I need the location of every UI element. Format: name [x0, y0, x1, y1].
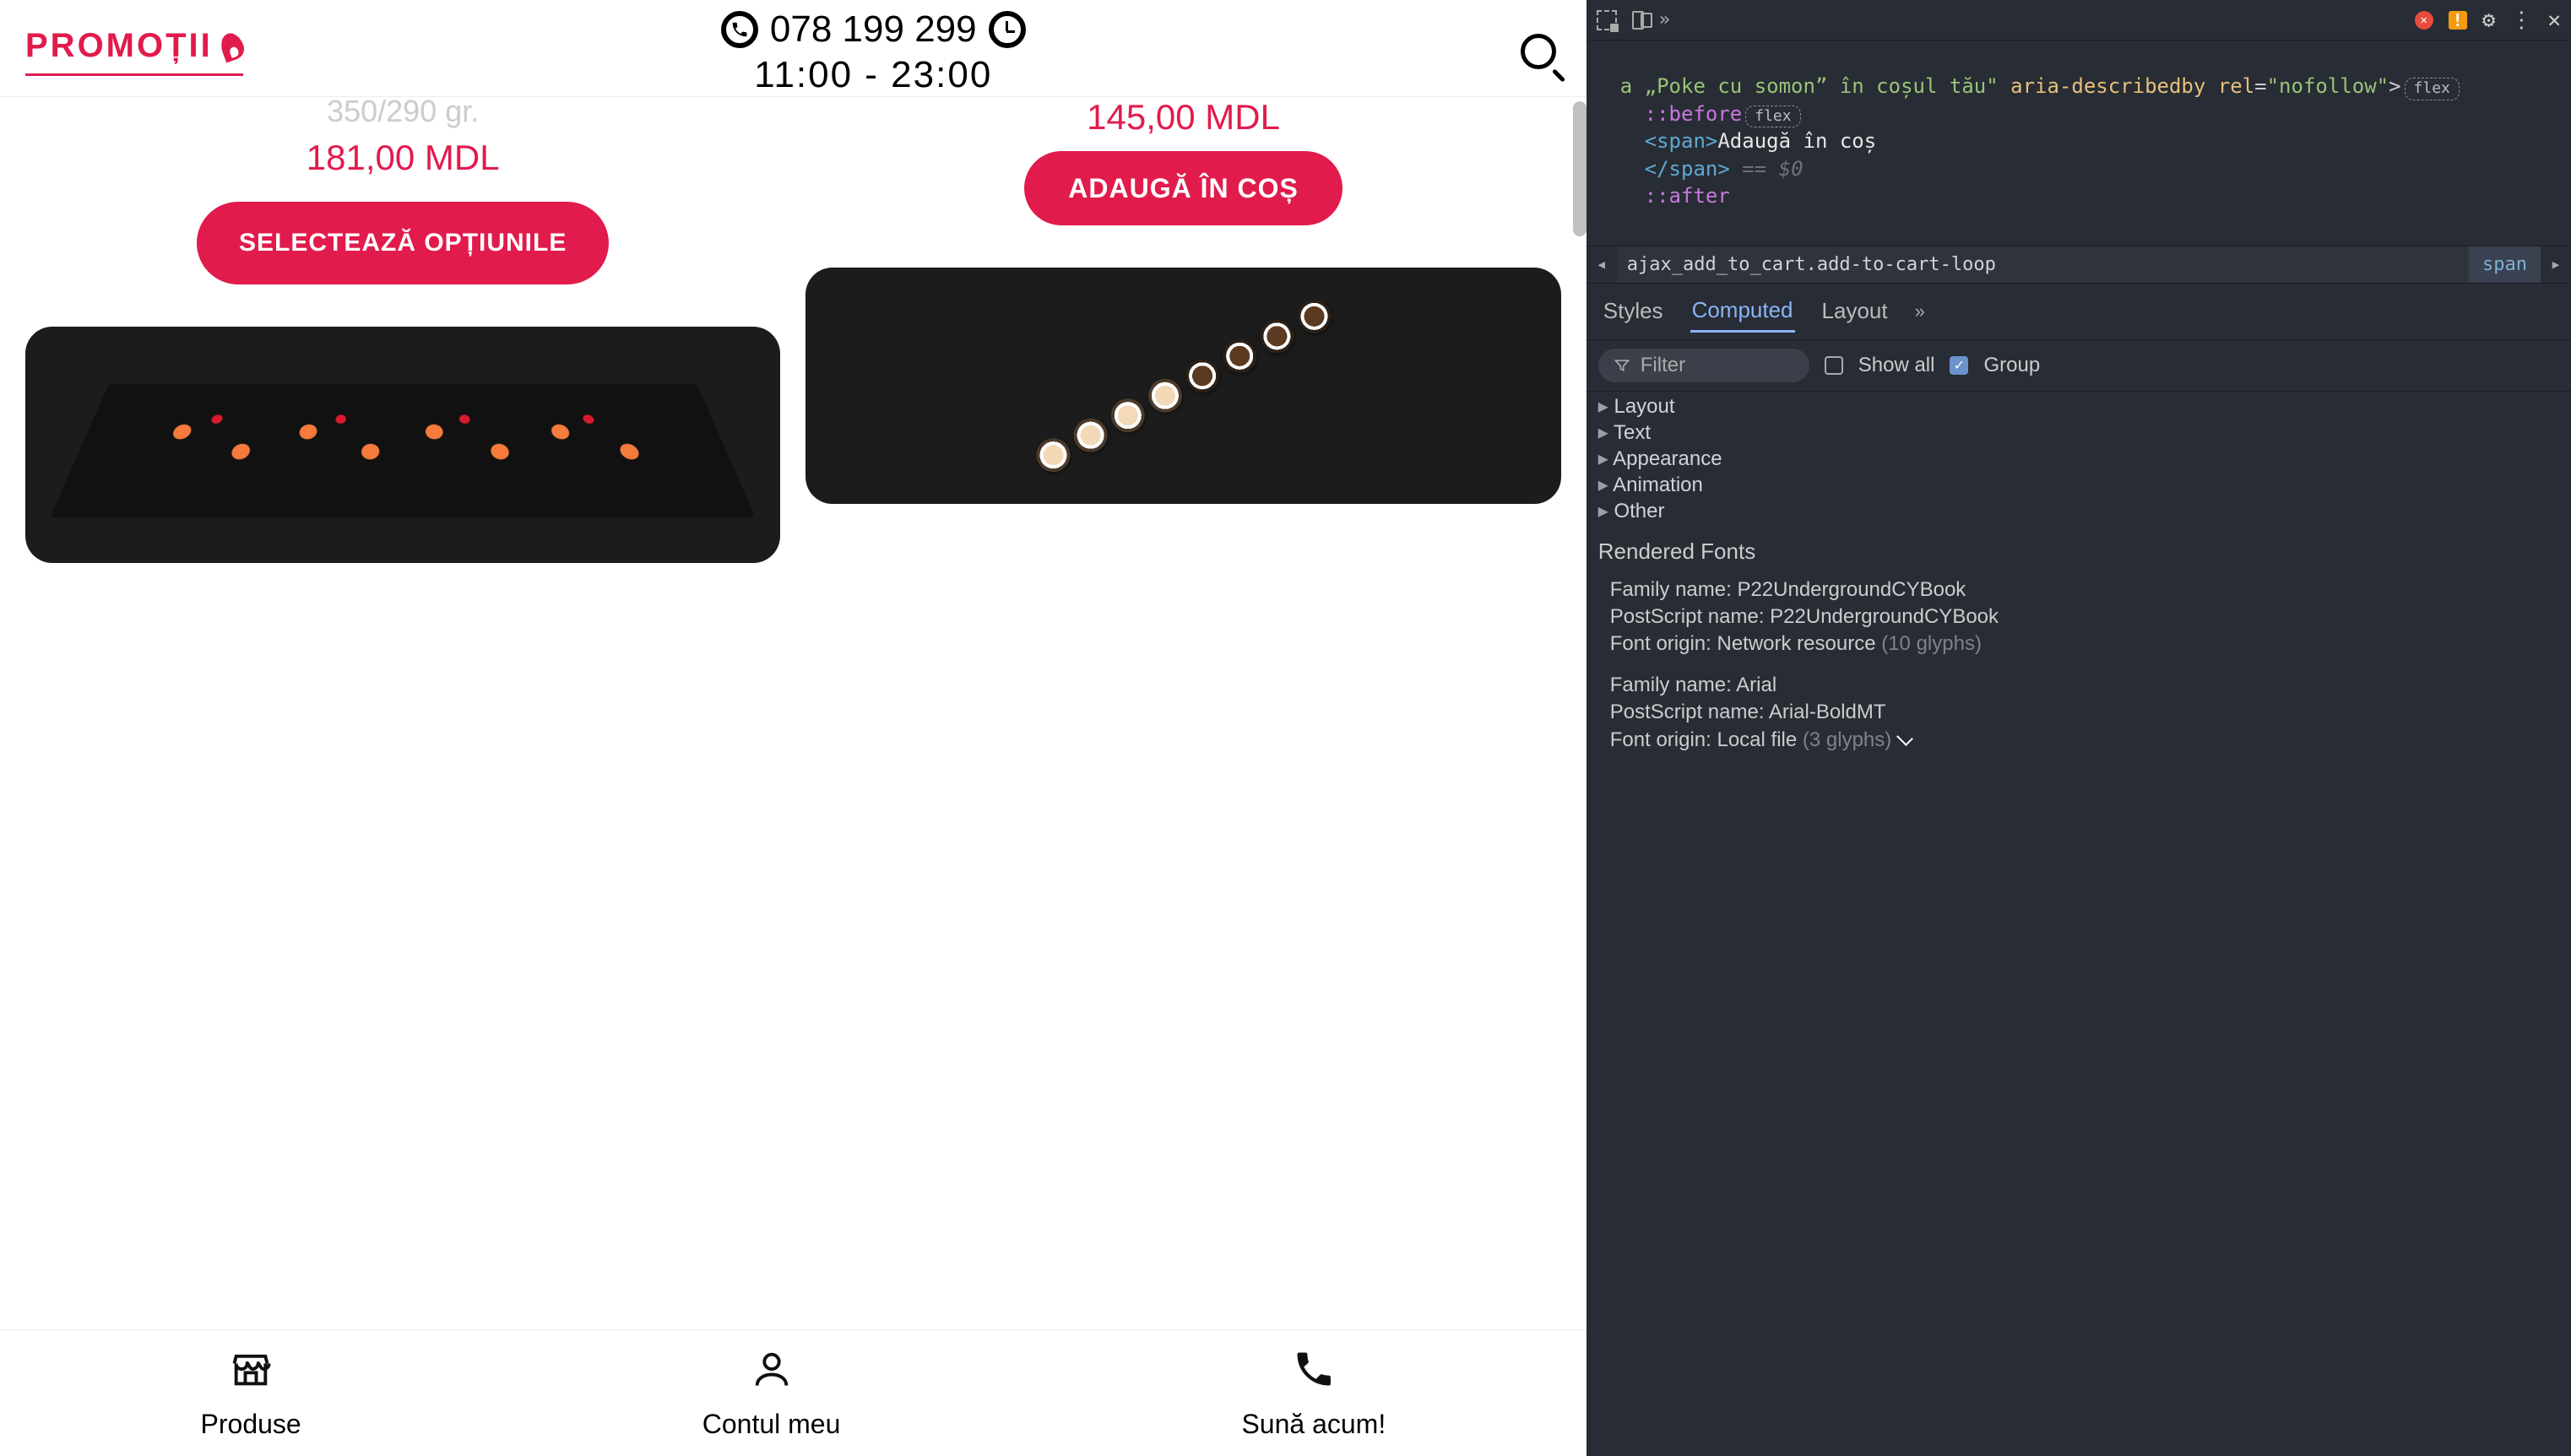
label-group: Group	[1983, 354, 2040, 377]
tab-styles[interactable]: Styles	[1602, 291, 1665, 331]
dom-pseudo: ::after	[1645, 184, 1730, 208]
product-image[interactable]	[25, 327, 780, 563]
dom-attr-value: "nofollow"	[2267, 74, 2389, 98]
group-row[interactable]: Appearance	[1598, 446, 2571, 472]
tabs-overflow-icon[interactable]: »	[1659, 9, 1670, 30]
dom-tag: </span>	[1645, 157, 1730, 181]
user-icon	[750, 1347, 794, 1399]
font-family-value: P22UndergroundCYBook	[1737, 578, 1966, 601]
subtabs-overflow-icon[interactable]: »	[1915, 300, 1925, 322]
opening-hours: 11:00 - 23:00	[754, 54, 992, 96]
phone-number[interactable]: 078 199 299	[770, 8, 977, 51]
crumb-class[interactable]: ajax_add_to_cart.add-to-cart-loop	[1617, 246, 2469, 283]
nav-label: Sună acum!	[1241, 1409, 1386, 1440]
font-ps-label: PostScript name:	[1610, 701, 1769, 723]
dom-tree[interactable]: a „Poke cu somon” în coșul tău" aria-des…	[1587, 41, 2571, 246]
warnings-icon[interactable]: !	[2449, 11, 2467, 30]
mouse-cursor-icon	[1900, 731, 1913, 750]
dom-text: a „Poke cu somon” în coșul tău"	[1620, 74, 1999, 98]
errors-icon[interactable]: ✕	[2415, 11, 2433, 30]
product-price: 145,00 MDL	[1087, 97, 1280, 138]
checkbox-showall[interactable]	[1825, 356, 1843, 375]
gear-icon[interactable]: ⚙	[2482, 8, 2496, 33]
promo-tab[interactable]: PROMOȚII	[25, 8, 243, 76]
filter-placeholder: Filter	[1641, 354, 1685, 377]
sushi-platter-icon	[50, 383, 756, 517]
rendered-fonts: Rendered Fonts Family name: P22Undergrou…	[1587, 532, 2571, 1456]
rendered-fonts-title: Rendered Fonts	[1587, 532, 2571, 573]
nav-produse[interactable]: Produse	[201, 1347, 301, 1440]
funnel-icon	[1614, 357, 1630, 374]
font-family-label: Family name:	[1610, 578, 1738, 601]
font-origin-label: Font origin:	[1610, 632, 1717, 655]
dollar-zero: == $0	[1742, 157, 1803, 181]
nav-suna[interactable]: Sună acum!	[1241, 1347, 1386, 1440]
phone-icon	[1292, 1347, 1336, 1399]
font-ps-label: PostScript name:	[1610, 605, 1770, 628]
devtools-toolbar: » ✕ ! ⚙ ⋮ ✕	[1587, 0, 2571, 41]
product-image[interactable]	[805, 268, 1560, 504]
clock-icon	[989, 11, 1026, 48]
product-price: 181,00 MDL	[306, 138, 500, 178]
crumb-selected-tag[interactable]: span	[2469, 246, 2541, 283]
computed-groups: Layout Text Appearance Animation Other	[1587, 392, 2571, 532]
site-content: 350/290 gr. 181,00 MDL SELECTEAZĂ OPȚIUN…	[0, 97, 1587, 1329]
dom-attr: rel	[2218, 74, 2254, 98]
crumb-scroll-right[interactable]: ▸	[2541, 254, 2571, 275]
site-footer: Produse Contul meu Sună acum!	[0, 1329, 1587, 1456]
product-weight: 350/290 gr.	[327, 97, 479, 129]
filter-input[interactable]: Filter	[1598, 349, 1809, 382]
group-row[interactable]: Other	[1598, 498, 2571, 524]
device-mode-icon[interactable]	[1632, 11, 1644, 30]
sushi-rolls-icon	[1030, 294, 1337, 478]
font-ps-value: P22UndergroundCYBook	[1770, 605, 1999, 628]
site-header: PROMOȚII 078 199 299 11:00 - 23:00	[0, 0, 1587, 97]
group-row[interactable]: Animation	[1598, 472, 2571, 498]
shop-icon	[229, 1347, 273, 1399]
website-viewport: PROMOȚII 078 199 299 11:00 - 23:00 350/2…	[0, 0, 1587, 1456]
dom-text: Adaugă în coș	[1717, 129, 1876, 153]
inspect-icon[interactable]	[1597, 10, 1617, 30]
header-center: 078 199 299 11:00 - 23:00	[243, 8, 1504, 96]
font-origin-label: Font origin:	[1610, 728, 1717, 751]
flex-pill[interactable]: flex	[1745, 106, 1800, 127]
close-devtools-icon[interactable]: ✕	[2547, 8, 2561, 33]
dom-pseudo: ::before	[1645, 102, 1743, 126]
font-family-value: Arial	[1736, 674, 1776, 696]
font-origin-value: Network resource	[1717, 632, 1875, 655]
product-col-left: 350/290 gr. 181,00 MDL SELECTEAZĂ OPȚIUN…	[25, 97, 780, 1329]
scrollbar-thumb[interactable]	[1573, 101, 1587, 236]
font-family-label: Family name:	[1610, 674, 1736, 696]
flex-pill[interactable]: flex	[2405, 78, 2460, 100]
styles-subtabs: Styles Computed Layout »	[1587, 284, 2571, 340]
breadcrumb: ◂ ajax_add_to_cart.add-to-cart-loop span…	[1587, 246, 2571, 284]
font-block: Family name: P22UndergroundCYBook PostSc…	[1587, 573, 2571, 668]
tab-layout[interactable]: Layout	[1820, 291, 1890, 331]
font-block: Family name: Arial PostScript name: Aria…	[1587, 668, 2571, 764]
tab-computed[interactable]: Computed	[1690, 290, 1795, 333]
dom-attr: aria-describedby	[2010, 74, 2205, 98]
computed-filter-row: Filter Show all ✓ Group	[1587, 340, 2571, 392]
dom-tag: <span>	[1645, 129, 1718, 153]
group-row[interactable]: Text	[1598, 419, 2571, 446]
font-ps-value: Arial-BoldMT	[1769, 701, 1886, 723]
kebab-menu-icon[interactable]: ⋮	[2510, 8, 2532, 33]
add-to-cart-button[interactable]: ADAUGĂ ÎN COȘ	[1024, 151, 1342, 225]
nav-contul[interactable]: Contul meu	[702, 1347, 841, 1440]
nav-label: Contul meu	[702, 1409, 841, 1440]
group-row[interactable]: Layout	[1598, 393, 2571, 419]
checkbox-group[interactable]: ✓	[1950, 356, 1968, 375]
crumb-scroll-left[interactable]: ◂	[1587, 254, 1617, 275]
font-origin-value: Local file	[1717, 728, 1797, 751]
label-showall: Show all	[1858, 354, 1935, 377]
promo-label: PROMOȚII	[25, 27, 213, 65]
phone-circle-icon	[721, 11, 758, 48]
nav-label: Produse	[201, 1409, 301, 1440]
search-icon[interactable]	[1521, 34, 1561, 74]
font-glyphs: (10 glyphs)	[1876, 632, 1982, 655]
font-glyphs: (3 glyphs)	[1797, 728, 1891, 751]
select-options-button[interactable]: SELECTEAZĂ OPȚIUNILE	[197, 202, 609, 284]
devtools-panel: » ✕ ! ⚙ ⋮ ✕ a „Poke cu somon” în coșul t…	[1587, 0, 2571, 1456]
product-col-right: 145,00 MDL ADAUGĂ ÎN COȘ	[805, 97, 1560, 1329]
